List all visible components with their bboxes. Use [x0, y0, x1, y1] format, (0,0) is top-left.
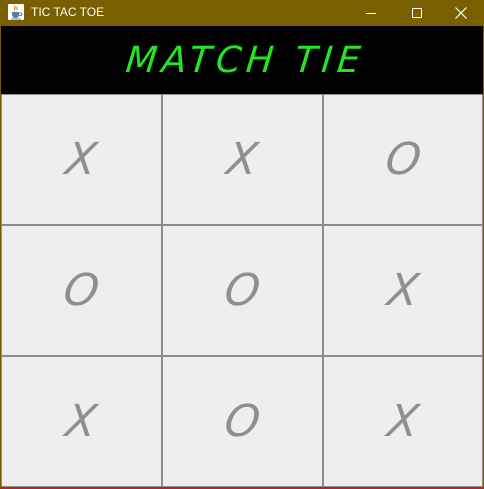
cell-mark: X	[384, 265, 422, 316]
title-bar[interactable]: TIC TAC TOE	[0, 0, 484, 25]
board-cell-1-2[interactable]: X	[162, 94, 323, 225]
game-board: X X O O O X X O X	[1, 94, 483, 487]
cell-mark: X	[384, 396, 422, 447]
cell-mark: O	[221, 396, 264, 447]
minimize-icon	[366, 12, 376, 14]
maximize-icon	[412, 7, 422, 18]
minimize-button[interactable]	[348, 0, 394, 25]
board-cell-3-2[interactable]: O	[162, 356, 323, 487]
cell-mark: O	[221, 265, 264, 316]
board-cell-2-2[interactable]: O	[162, 225, 323, 356]
status-text: MATCH TIE	[124, 39, 368, 81]
board-cell-3-3[interactable]: X	[323, 356, 483, 487]
status-banner: MATCH TIE	[1, 26, 483, 94]
window-title: TIC TAC TOE	[31, 5, 105, 19]
game-content: MATCH TIE X X O O O X X O X	[1, 26, 483, 487]
board-cell-1-1[interactable]: X	[1, 94, 162, 225]
board-cell-1-3[interactable]: O	[323, 94, 483, 225]
cell-mark: X	[62, 396, 101, 447]
cell-mark: X	[223, 134, 262, 185]
maximize-button[interactable]	[394, 0, 440, 25]
board-cell-2-1[interactable]: O	[1, 225, 162, 356]
cell-mark: O	[382, 134, 424, 185]
close-button[interactable]	[438, 0, 484, 25]
cell-mark: X	[62, 134, 101, 185]
close-icon	[455, 6, 467, 19]
board-cell-3-1[interactable]: X	[1, 356, 162, 487]
game-window: TIC TAC TOE MATCH TIE X X O O O X X O X	[0, 0, 484, 489]
java-cup-icon	[8, 4, 24, 20]
board-cell-2-3[interactable]: X	[323, 225, 483, 356]
cell-mark: O	[60, 265, 103, 316]
